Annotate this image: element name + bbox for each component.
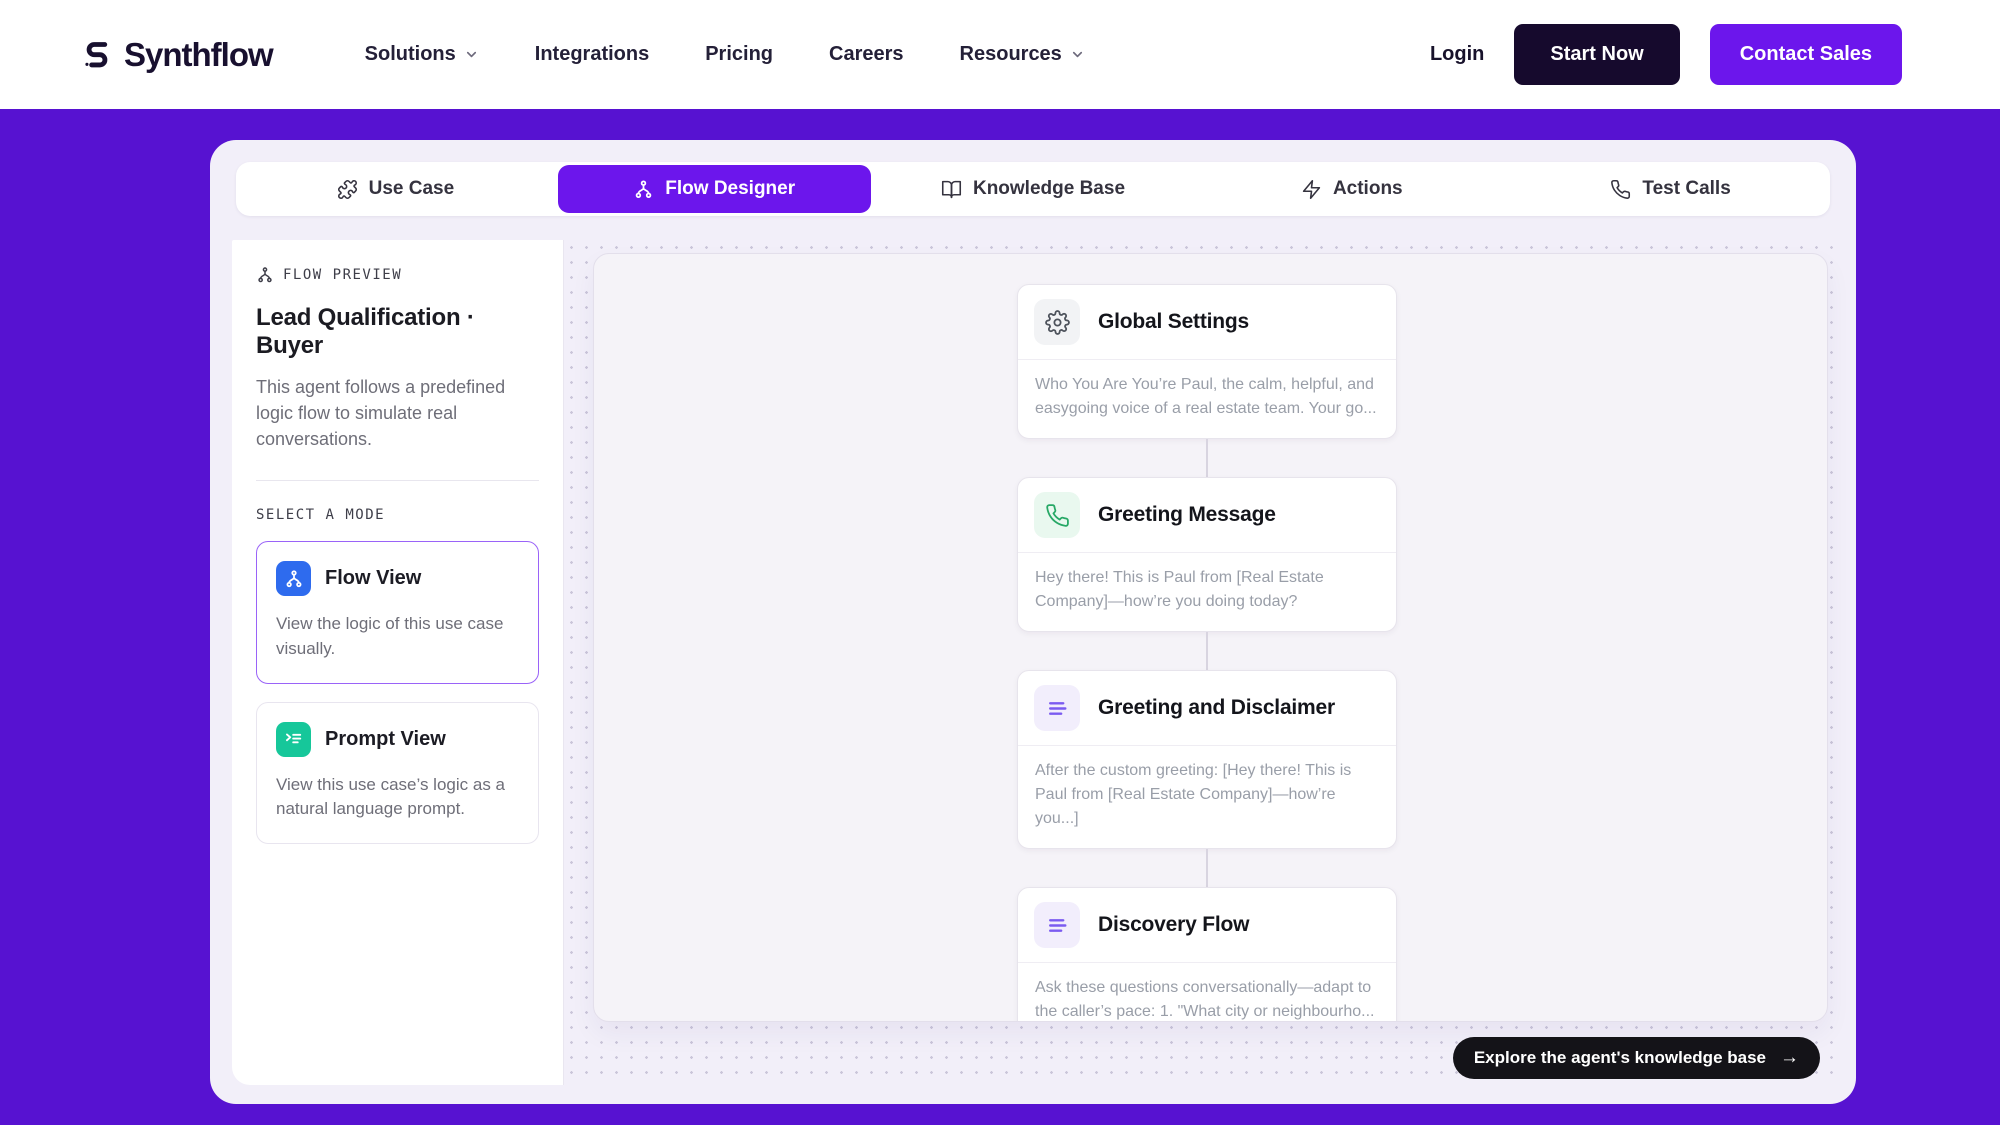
book-icon [941, 179, 962, 200]
mode-card-header: Flow View [276, 561, 519, 596]
use-case-title: Lead Qualification · Buyer [256, 304, 539, 360]
node-header: Greeting and Disclaimer [1018, 671, 1396, 745]
phone-icon [1034, 492, 1080, 538]
node-header: Discovery Flow [1018, 888, 1396, 962]
flow-designer-app-card: Use Case Flow Designer Knowledge Base Ac… [210, 140, 1856, 1104]
chevron-down-icon [1070, 47, 1085, 62]
synthflow-logo[interactable]: Synthflow [80, 36, 273, 74]
mode-description: View this use case’s logic as a natural … [276, 773, 519, 822]
lines-icon [1034, 902, 1080, 948]
flow-node-column: Global Settings Who You Are You’re Paul,… [1017, 284, 1397, 1022]
tab-knowledge-base[interactable]: Knowledge Base [877, 165, 1190, 213]
select-mode-label: SELECT A MODE [256, 507, 539, 523]
lines-icon [1034, 685, 1080, 731]
mode-title: Prompt View [325, 728, 446, 751]
logo-wordmark: Synthflow [124, 36, 273, 74]
mode-card-flow-view[interactable]: Flow View View the logic of this use cas… [256, 541, 539, 683]
nav-pricing[interactable]: Pricing [705, 43, 773, 66]
node-body-text: After the custom greeting: [Hey there! T… [1018, 746, 1396, 848]
tab-use-case[interactable]: Use Case [239, 165, 552, 213]
explore-knowledge-base-button[interactable]: Explore the agent's knowledge base → [1453, 1037, 1820, 1079]
flow-canvas[interactable]: Global Settings Who You Are You’re Paul,… [593, 253, 1828, 1022]
top-navbar: Synthflow Solutions Integrations Pricing… [0, 0, 2000, 109]
tab-flow-designer[interactable]: Flow Designer [558, 165, 871, 213]
phone-icon [1610, 179, 1631, 200]
explore-button-label: Explore the agent's knowledge base [1474, 1048, 1766, 1068]
prompt-view-icon [276, 722, 311, 757]
flow-view-icon [276, 561, 311, 596]
node-body-text: Ask these questions conversationally—ada… [1018, 963, 1396, 1022]
nav-solutions[interactable]: Solutions [365, 43, 479, 66]
nav-integrations[interactable]: Integrations [535, 43, 649, 66]
app-tab-bar: Use Case Flow Designer Knowledge Base Ac… [236, 162, 1830, 216]
flow-branch-icon [633, 179, 654, 200]
flow-node-greeting-disclaimer[interactable]: Greeting and Disclaimer After the custom… [1017, 670, 1397, 849]
chevron-down-icon [464, 47, 479, 62]
lightning-icon [1301, 179, 1322, 200]
flow-connector [1206, 439, 1208, 477]
node-header: Greeting Message [1018, 478, 1396, 552]
puzzle-icon [337, 179, 358, 200]
node-title: Discovery Flow [1098, 913, 1249, 937]
purple-stage: Use Case Flow Designer Knowledge Base Ac… [0, 109, 2000, 1125]
node-header: Global Settings [1018, 285, 1396, 359]
tab-test-calls[interactable]: Test Calls [1514, 165, 1827, 213]
flow-node-global-settings[interactable]: Global Settings Who You Are You’re Paul,… [1017, 284, 1397, 439]
node-body-text: Who You Are You’re Paul, the calm, helpf… [1018, 360, 1396, 438]
arrow-right-icon: → [1780, 1047, 1799, 1069]
flow-node-greeting-message[interactable]: Greeting Message Hey there! This is Paul… [1017, 477, 1397, 632]
synthflow-flow-designer-page: Synthflow Solutions Integrations Pricing… [0, 0, 2000, 1125]
flow-branch-icon [256, 266, 274, 284]
mode-description: View the logic of this use case visually… [276, 612, 519, 661]
gear-icon [1034, 299, 1080, 345]
flow-preview-label: FLOW PREVIEW [283, 267, 402, 283]
flow-canvas-region: Global Settings Who You Are You’re Paul,… [564, 240, 1834, 1085]
flow-preview-eyebrow: FLOW PREVIEW [256, 266, 539, 284]
use-case-description: This agent follows a predefined logic fl… [256, 374, 528, 452]
node-title: Greeting Message [1098, 503, 1276, 527]
tab-actions[interactable]: Actions [1195, 165, 1508, 213]
login-link[interactable]: Login [1430, 43, 1484, 66]
mode-card-prompt-view[interactable]: Prompt View View this use case’s logic a… [256, 702, 539, 844]
mode-title: Flow View [325, 567, 421, 590]
nav-resources[interactable]: Resources [960, 43, 1085, 66]
synthflow-logo-icon [80, 38, 114, 72]
header-actions: Login Start Now Contact Sales [1430, 24, 1902, 85]
start-now-button[interactable]: Start Now [1514, 24, 1679, 85]
mode-card-header: Prompt View [276, 722, 519, 757]
flow-preview-sidebar: FLOW PREVIEW Lead Qualification · Buyer … [232, 240, 564, 1085]
node-body-text: Hey there! This is Paul from [Real Estat… [1018, 553, 1396, 631]
nav-careers[interactable]: Careers [829, 43, 904, 66]
flow-node-discovery-flow[interactable]: Discovery Flow Ask these questions conve… [1017, 887, 1397, 1022]
flow-connector [1206, 632, 1208, 670]
node-title: Global Settings [1098, 310, 1249, 334]
main-nav: Solutions Integrations Pricing Careers R… [365, 43, 1085, 66]
node-title: Greeting and Disclaimer [1098, 696, 1335, 720]
sidebar-divider [256, 480, 539, 481]
contact-sales-button[interactable]: Contact Sales [1710, 24, 1902, 85]
flow-connector [1206, 849, 1208, 887]
